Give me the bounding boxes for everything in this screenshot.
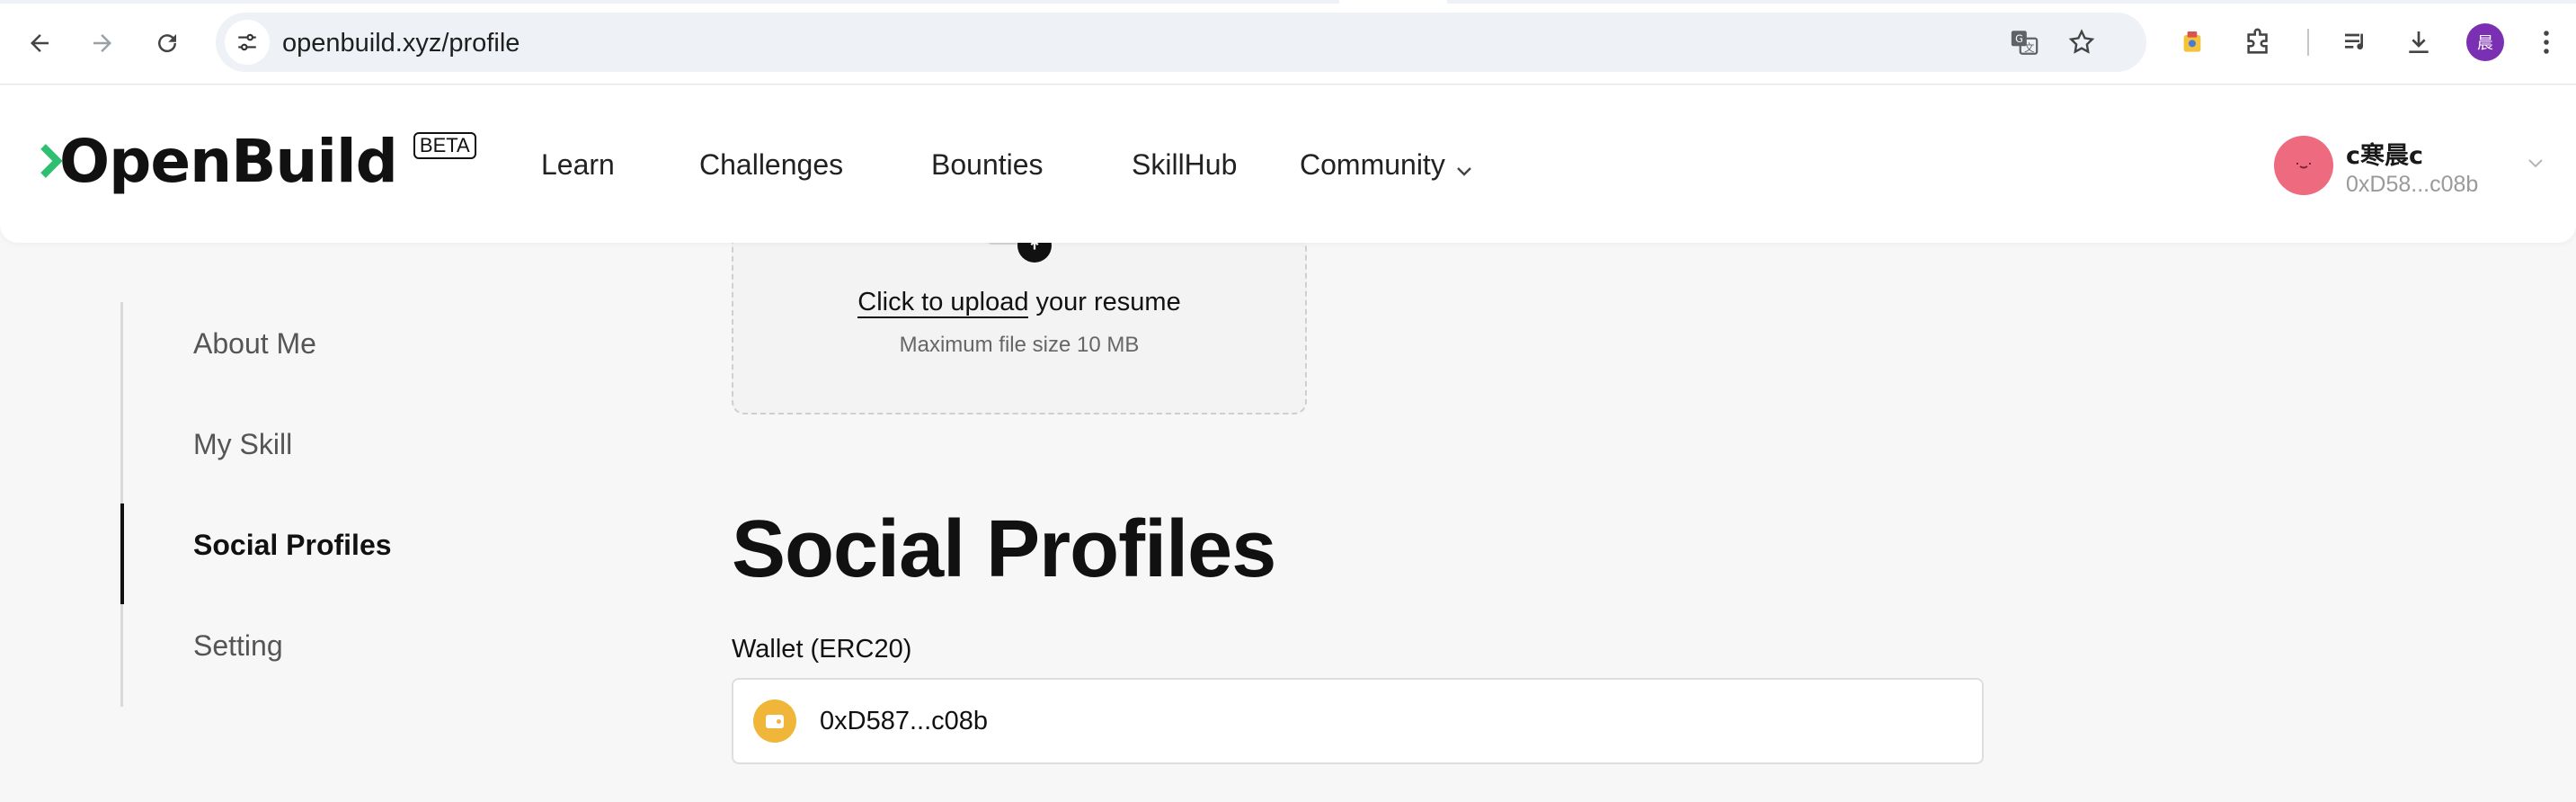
- profile-side-menu: About Me My Skill Social Profiles Settin…: [120, 302, 480, 707]
- wallet-label: Wallet (ERC20): [732, 635, 912, 664]
- media-queue-icon[interactable]: [2333, 20, 2378, 65]
- toolbar-divider: [2307, 29, 2309, 56]
- wallet-address-value[interactable]: 0xD587...c08b: [820, 707, 988, 736]
- section-title: Social Profiles: [732, 504, 1276, 594]
- side-item-about-me[interactable]: About Me: [193, 327, 316, 361]
- wallet-field[interactable]: 0xD587...c08b: [732, 678, 1984, 764]
- puzzle-extensions-icon[interactable]: [2236, 20, 2281, 65]
- nav-bounties[interactable]: Bounties: [931, 148, 1044, 182]
- nav-challenges[interactable]: Challenges: [699, 148, 843, 182]
- browser-menu-icon[interactable]: [2524, 20, 2569, 65]
- side-item-setting[interactable]: Setting: [193, 629, 283, 663]
- upload-title-rest: your resume: [1028, 288, 1181, 316]
- svg-text:文: 文: [2024, 41, 2034, 54]
- upload-title[interactable]: Click to upload your resume: [733, 288, 1305, 318]
- chevron-down-icon: [1456, 150, 1472, 183]
- tab-strip-edge: [0, 0, 2576, 4]
- logo-chevron-icon: [40, 141, 63, 181]
- upload-hint: Maximum file size 10 MB: [899, 333, 1140, 357]
- translate-icon[interactable]: G文: [2006, 24, 2042, 60]
- active-indicator: [120, 503, 124, 604]
- nav-learn[interactable]: Learn: [541, 148, 615, 182]
- side-item-social-profiles[interactable]: Social Profiles: [193, 529, 392, 562]
- beta-badge: BETA: [413, 132, 476, 159]
- site-info-icon[interactable]: [225, 20, 270, 65]
- url-text[interactable]: openbuild.xyz/profile: [282, 29, 520, 58]
- openbuild-logo[interactable]: OpenBuild BETA: [40, 129, 476, 195]
- nav-community-label: Community: [1300, 148, 1445, 181]
- forward-icon[interactable]: [79, 20, 126, 67]
- bookmark-star-icon[interactable]: [2064, 24, 2100, 60]
- extension-icon[interactable]: [2170, 20, 2215, 65]
- avatar[interactable]: [2274, 136, 2333, 195]
- nav-skillhub[interactable]: SkillHub: [1132, 148, 1237, 182]
- upload-link[interactable]: Click to upload: [857, 288, 1029, 318]
- browser-toolbar: openbuild.xyz/profile G文 晨: [0, 0, 2576, 85]
- address-bar[interactable]: openbuild.xyz/profile G文: [216, 13, 2146, 72]
- wallet-icon: [753, 700, 796, 743]
- download-icon[interactable]: [2396, 20, 2441, 65]
- user-name: c寒晨c: [2346, 142, 2424, 170]
- side-item-my-skill[interactable]: My Skill: [193, 428, 292, 461]
- svg-text:G: G: [2015, 32, 2023, 45]
- back-icon[interactable]: [16, 20, 63, 67]
- user-address: 0xD58...c08b: [2346, 172, 2479, 197]
- user-chevron-down-icon[interactable]: [2527, 156, 2544, 173]
- logo-text: OpenBuild: [59, 127, 398, 196]
- nav-community[interactable]: Community: [1300, 148, 1472, 183]
- reload-icon[interactable]: [144, 20, 191, 67]
- browser-profile-avatar[interactable]: 晨: [2466, 23, 2504, 61]
- site-header: OpenBuild BETA Learn Challenges Bounties…: [0, 85, 2576, 243]
